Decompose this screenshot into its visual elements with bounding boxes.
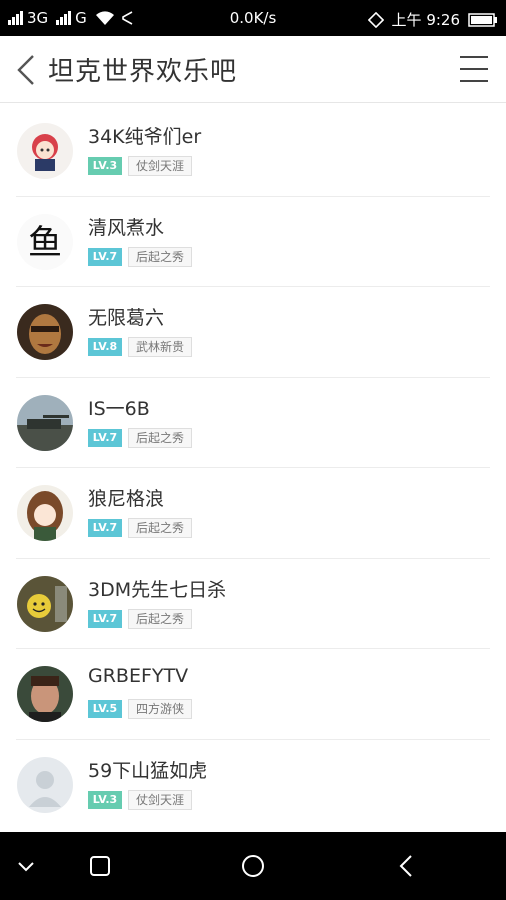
list-item[interactable]: 鱼 清风煮水 LV.7 后起之秀 (0, 197, 506, 287)
rank-badge: 仗剑天涯 (128, 156, 193, 176)
username[interactable]: 3DM先生七日杀 (88, 575, 226, 602)
back-nav-icon[interactable] (390, 849, 424, 883)
avatar (17, 756, 73, 813)
page-title: 坦克世界欢乐吧 (48, 57, 238, 87)
username[interactable]: GRBEFYTV (88, 665, 188, 687)
username[interactable]: 34K纯爷们er (88, 122, 201, 149)
recent-apps-icon[interactable] (83, 849, 117, 883)
avatar (17, 485, 73, 541)
avatar (17, 304, 73, 360)
rank-badge: 武林新贵 (128, 337, 193, 357)
home-icon[interactable] (236, 849, 270, 883)
list-item[interactable]: 3DM先生七日杀 LV.7 后起之秀 (0, 559, 506, 649)
avatar (17, 394, 73, 451)
network-speed: 0.0K/s (229, 9, 277, 27)
list-item[interactable]: 无限葛六 LV.8 武林新贵 (0, 287, 506, 378)
level-badge: LV.7 (88, 609, 122, 628)
svg-text:鱼: 鱼 (28, 223, 62, 263)
battery-icon (468, 12, 497, 27)
level-badge: LV.5 (88, 700, 122, 718)
menu-icon[interactable] (460, 56, 488, 82)
rank-badge: 四方游侠 (128, 699, 193, 719)
avatar: 鱼 (17, 213, 73, 270)
rank-badge: 后起之秀 (128, 608, 193, 629)
username[interactable]: IS一6B (88, 394, 150, 421)
list-item[interactable]: 狼尼格浪 LV.7 后起之秀 (0, 468, 506, 559)
level-badge: LV.7 (88, 247, 122, 266)
rank-badge: 后起之秀 (128, 518, 193, 538)
list-item[interactable]: 34K纯爷们er LV.3 仗剑天涯 (0, 106, 506, 197)
level-badge: LV.3 (88, 790, 122, 809)
list-item[interactable]: IS一6B LV.7 后起之秀 (0, 378, 506, 468)
avatar (17, 123, 73, 179)
member-list: 34K纯爷们er LV.3 仗剑天涯 鱼 清风煮水 LV.7 后起之秀 无限葛六… (0, 106, 506, 830)
list-item[interactable]: 59下山猛如虎 LV.3 仗剑天涯 (0, 740, 506, 831)
avatar (17, 575, 73, 632)
chevron-down-icon[interactable] (9, 849, 43, 883)
avatar (17, 666, 73, 722)
list-item[interactable]: GRBEFYTV LV.5 四方游侠 (0, 649, 506, 740)
username[interactable]: 59下山猛如虎 (88, 756, 207, 783)
rank-badge: 后起之秀 (128, 246, 193, 267)
level-badge: LV.7 (88, 519, 122, 537)
back-icon[interactable] (14, 53, 40, 87)
username[interactable]: 狼尼格浪 (88, 484, 164, 511)
rank-badge: 仗剑天涯 (128, 789, 193, 810)
level-badge: LV.7 (88, 428, 122, 447)
page-header: 坦克世界欢乐吧 (0, 36, 506, 103)
clock: 上午 9:26 (391, 11, 460, 29)
username[interactable]: 无限葛六 (88, 303, 164, 330)
level-badge: LV.3 (88, 157, 122, 175)
level-badge: LV.8 (88, 338, 122, 356)
rank-badge: 后起之秀 (128, 427, 193, 448)
rotation-icon (367, 11, 384, 28)
system-nav-bar (0, 832, 506, 900)
status-bar: 3G G 0.0K/s 上午 9:26 (0, 0, 506, 36)
username[interactable]: 清风煮水 (88, 213, 164, 240)
